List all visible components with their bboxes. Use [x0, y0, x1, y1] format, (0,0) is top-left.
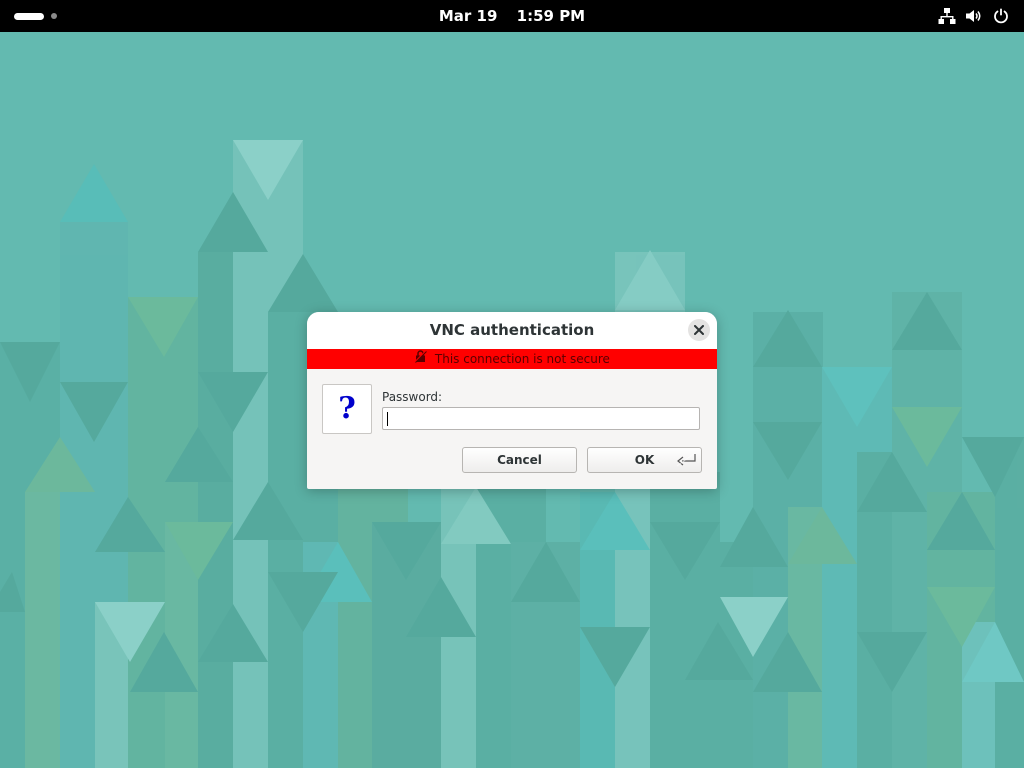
- insecure-connection-banner: This connection is not secure: [307, 349, 717, 369]
- question-icon: ?: [322, 384, 372, 434]
- power-icon[interactable]: [992, 7, 1010, 25]
- insecure-warning-text: This connection is not secure: [434, 352, 610, 366]
- top-bar: Mar 19 1:59 PM: [0, 0, 1024, 32]
- ok-button[interactable]: OK: [587, 447, 702, 473]
- dialog-title: VNC authentication: [429, 321, 595, 339]
- cancel-button-label: Cancel: [497, 453, 542, 467]
- dialog-titlebar[interactable]: VNC authentication: [307, 312, 717, 349]
- password-label: Password:: [382, 390, 443, 404]
- text-caret: [387, 412, 388, 426]
- password-input[interactable]: [382, 407, 700, 430]
- clock-date: Mar 19: [438, 7, 498, 25]
- close-button[interactable]: [688, 319, 710, 341]
- volume-icon[interactable]: [965, 7, 983, 25]
- system-tray[interactable]: [938, 7, 1010, 25]
- vnc-auth-dialog: VNC authentication This connection is no…: [307, 312, 717, 489]
- clock[interactable]: Mar 19 1:59 PM: [0, 0, 1024, 32]
- ok-button-label: OK: [634, 453, 655, 467]
- network-icon[interactable]: [938, 7, 956, 25]
- close-icon: [694, 325, 704, 335]
- cancel-button[interactable]: Cancel: [462, 447, 577, 473]
- clock-time: 1:59 PM: [516, 7, 586, 25]
- enter-key-icon: [676, 452, 696, 467]
- insecure-lock-icon: [413, 349, 428, 369]
